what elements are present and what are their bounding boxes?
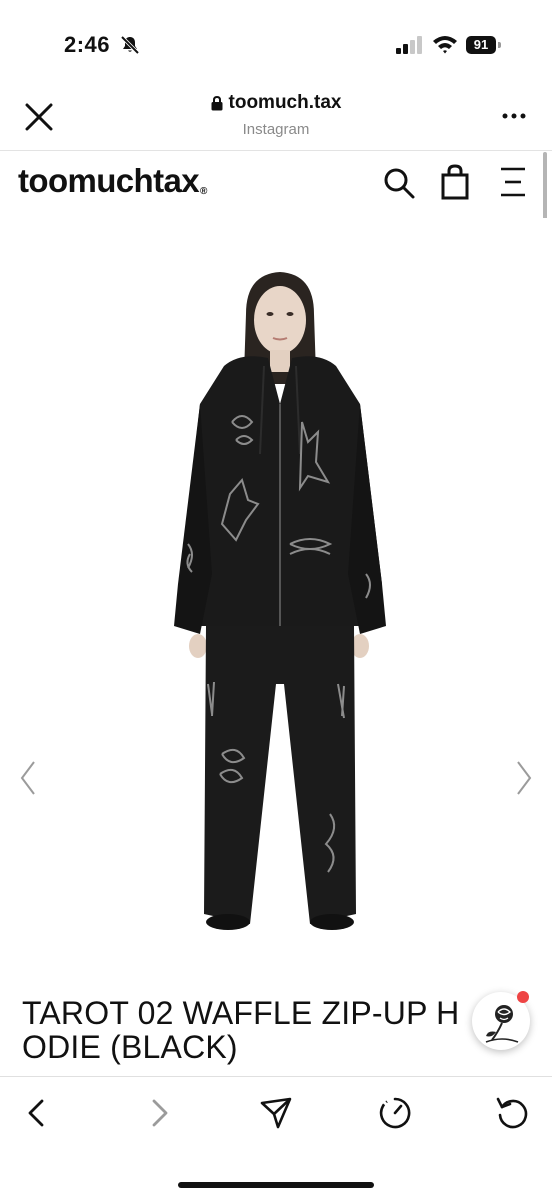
url-source: Instagram xyxy=(242,120,310,138)
search-icon[interactable] xyxy=(382,166,416,200)
notification-dot xyxy=(517,991,529,1003)
chevron-right-icon[interactable] xyxy=(512,758,536,798)
url-display[interactable]: toomuch.tax Instagram xyxy=(150,92,402,138)
shopping-bag-icon[interactable] xyxy=(438,164,472,200)
site-header: toomuchtax® xyxy=(0,150,552,218)
product-title: TAROT 02 WAFFLE ZIP-UP H ODIE (BLACK) xyxy=(22,996,492,1064)
signal-icon xyxy=(396,36,422,54)
logo-text: toomuchtax xyxy=(18,162,200,199)
status-time: 2:46 xyxy=(64,32,111,57)
timer-icon[interactable] xyxy=(377,1095,413,1131)
url-domain: toomuch.tax xyxy=(228,92,342,113)
battery-tip xyxy=(498,42,501,48)
chevron-left-icon[interactable] xyxy=(16,758,40,798)
wifi-icon xyxy=(433,36,457,54)
home-indicator[interactable] xyxy=(178,1182,374,1188)
share-icon[interactable] xyxy=(258,1095,294,1131)
forward-icon[interactable] xyxy=(140,1095,176,1131)
back-icon[interactable] xyxy=(20,1095,56,1131)
more-icon[interactable] xyxy=(500,110,528,122)
bell-slash-icon xyxy=(120,35,140,55)
battery-level: 91 xyxy=(466,36,496,54)
reload-icon[interactable] xyxy=(494,1095,530,1131)
product-image-carousel[interactable] xyxy=(0,218,552,978)
product-title-line-1: TAROT 02 WAFFLE ZIP-UP H xyxy=(22,995,460,1031)
status-bar: 2:46 91 xyxy=(0,0,552,80)
lock-icon xyxy=(211,95,223,110)
product-photo xyxy=(174,272,386,930)
battery-icon: 91 xyxy=(466,36,502,54)
menu-icon[interactable] xyxy=(498,166,528,198)
brand-logo[interactable]: toomuchtax® xyxy=(18,162,207,200)
in-app-browser-header: toomuch.tax Instagram xyxy=(0,80,552,151)
close-icon[interactable] xyxy=(22,100,56,134)
logo-mark: ® xyxy=(200,186,207,197)
product-title-line-2: ODIE (BLACK) xyxy=(22,1029,238,1065)
